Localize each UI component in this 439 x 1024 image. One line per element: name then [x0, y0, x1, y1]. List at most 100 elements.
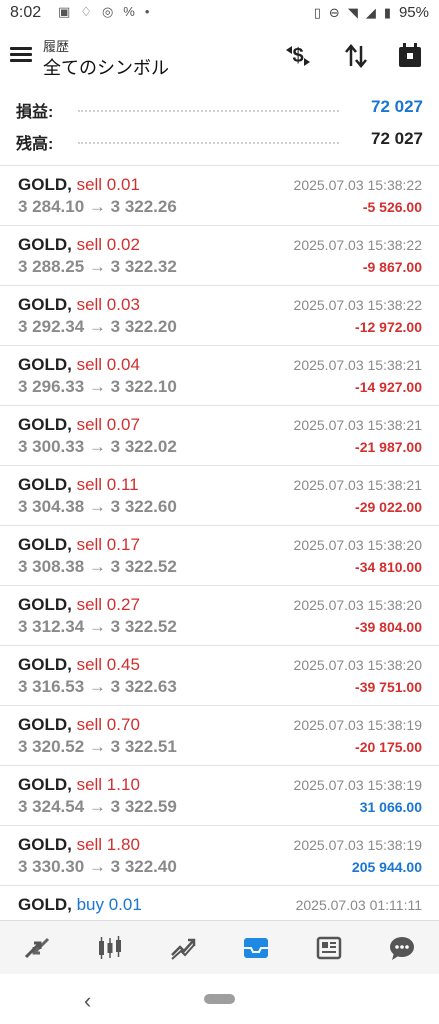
symbol-text: GOLD,	[18, 775, 72, 794]
open-price: 3 284.10	[18, 197, 85, 216]
app-bar: 履歴 全てのシンボル $	[0, 28, 439, 88]
trade-row[interactable]: GOLD, sell 0.70 3 320.52 → 3 322.51 2025…	[0, 706, 439, 766]
trade-profit: -34 810.00	[355, 559, 422, 575]
trade-date: 2025.07.03 15:38:19	[293, 837, 422, 853]
trade-prices: 3 324.54 → 3 322.59	[18, 797, 177, 816]
symbol-text: GOLD,	[18, 295, 72, 314]
home-pill[interactable]	[204, 994, 235, 1004]
balance-row: 残高: 72 027	[0, 124, 439, 156]
signal-icon: ◢	[365, 4, 376, 20]
nav-chart[interactable]	[73, 921, 146, 975]
open-price: 3 308.38	[18, 557, 85, 576]
close-price: 3 322.52	[110, 617, 177, 636]
deposit-withdraw-button[interactable]: $	[282, 40, 314, 72]
open-price: 3 304.38	[18, 497, 85, 516]
trade-symbol: GOLD, sell 0.01	[18, 175, 140, 195]
chat-icon	[390, 937, 415, 960]
trade-row[interactable]: GOLD, sell 0.45 3 316.53 → 3 322.63 2025…	[0, 646, 439, 706]
trade-row[interactable]: GOLD, sell 0.01 3 284.10 → 3 322.26 2025…	[0, 166, 439, 226]
trade-profit: -5 526.00	[362, 199, 422, 215]
close-price: 3 322.40	[110, 857, 177, 876]
trade-profit: 31 066.00	[359, 799, 422, 815]
profit-label: 損益:	[16, 104, 54, 121]
close-price: 3 322.20	[110, 317, 177, 336]
trade-symbol: GOLD, sell 0.27	[18, 595, 140, 615]
trade-row[interactable]: GOLD, sell 0.04 3 296.33 → 3 322.10 2025…	[0, 346, 439, 406]
symbol-text: GOLD,	[18, 175, 72, 194]
symbol-text: GOLD,	[18, 895, 72, 914]
symbol-text: GOLD,	[18, 715, 72, 734]
close-price: 3 322.02	[110, 437, 177, 456]
trade-row[interactable]: GOLD, sell 0.03 3 292.34 → 3 322.20 2025…	[0, 286, 439, 346]
nav-chat[interactable]	[366, 921, 439, 975]
trade-row[interactable]: GOLD, sell 0.27 3 312.34 → 3 322.52 2025…	[0, 586, 439, 646]
trade-prices: 3 330.30 → 3 322.40	[18, 857, 177, 876]
profit-value: 72 027	[371, 97, 423, 116]
svg-text:$: $	[292, 45, 303, 67]
trade-side: sell 0.17	[76, 535, 140, 554]
close-price: 3 322.10	[110, 377, 177, 396]
profit-row: 損益: 72 027	[0, 92, 439, 124]
symbol-text: GOLD,	[18, 235, 72, 254]
trade-icon	[171, 938, 196, 960]
dollar-exchange-icon: $	[286, 45, 310, 67]
trade-row[interactable]: GOLD, sell 1.10 3 324.54 → 3 322.59 2025…	[0, 766, 439, 826]
trade-row[interactable]: GOLD, sell 0.02 3 288.25 → 3 322.32 2025…	[0, 226, 439, 286]
trade-side: sell 0.70	[76, 715, 140, 734]
close-price: 3 322.26	[110, 197, 177, 216]
trade-prices: 3 284.10 → 3 322.26	[18, 197, 177, 216]
nav-trade[interactable]	[146, 921, 219, 975]
trade-row[interactable]: GOLD, sell 0.11 3 304.38 → 3 322.60 2025…	[0, 466, 439, 526]
trade-date: 2025.07.03 15:38:22	[293, 177, 422, 193]
trade-profit: -39 804.00	[355, 619, 422, 635]
trade-row[interactable]: GOLD, buy 0.01 3 260.18 → 3 259.70 2025.…	[0, 886, 439, 920]
dnd-icon: ⊖	[328, 4, 340, 20]
balance-label: 残高:	[16, 136, 54, 153]
nav-news[interactable]	[293, 921, 366, 975]
trade-profit: 205 944.00	[351, 859, 422, 875]
trade-prices: 3 320.52 → 3 322.51	[18, 737, 177, 756]
calendar-button[interactable]	[394, 40, 426, 72]
calendar-icon	[399, 43, 421, 67]
trade-symbol: GOLD, sell 0.45	[18, 655, 140, 675]
dotted-leader	[78, 142, 339, 144]
bottom-nav	[0, 920, 439, 975]
trade-date: 2025.07.03 15:38:22	[293, 237, 422, 253]
battery-percent: 95%	[398, 4, 429, 21]
trade-row[interactable]: GOLD, sell 0.07 3 300.33 → 3 322.02 2025…	[0, 406, 439, 466]
trade-list[interactable]: GOLD, sell 0.01 3 284.10 → 3 322.26 2025…	[0, 166, 439, 920]
notification-icons: ▣ ♢ ◎ % •	[58, 4, 149, 20]
trade-date: 2025.07.03 15:38:20	[293, 537, 422, 553]
trade-symbol: GOLD, sell 1.80	[18, 835, 140, 855]
close-price: 3 322.51	[110, 737, 177, 756]
trade-row[interactable]: GOLD, sell 0.17 3 308.38 → 3 322.52 2025…	[0, 526, 439, 586]
open-price: 3 320.52	[18, 737, 85, 756]
system-icons: ▯ ⊖ ◥ ◢ ▮ 95%	[314, 4, 429, 21]
vibrate-icon: ▯	[313, 4, 321, 20]
trade-date: 2025.07.03 15:38:20	[293, 597, 422, 613]
nav-quotes[interactable]	[0, 921, 73, 975]
symbol-filter[interactable]: 全てのシンボル	[43, 54, 169, 80]
trade-side: sell 1.10	[76, 775, 140, 794]
open-price: 3 288.25	[18, 257, 85, 276]
percent-icon: %	[123, 4, 135, 19]
menu-icon[interactable]	[10, 44, 32, 66]
trade-prices: 3 296.33 → 3 322.10	[18, 377, 177, 396]
summary-panel: 損益: 72 027 残高: 72 027	[0, 92, 439, 156]
symbol-text: GOLD,	[18, 835, 72, 854]
trade-prices: 3 312.34 → 3 322.52	[18, 617, 177, 636]
sort-button[interactable]	[340, 40, 372, 72]
chart-icon	[98, 936, 121, 959]
trade-prices: 3 300.33 → 3 322.02	[18, 437, 177, 456]
trade-row[interactable]: GOLD, sell 1.80 3 330.30 → 3 322.40 2025…	[0, 826, 439, 886]
trade-side: sell 0.03	[76, 295, 140, 314]
trade-date: 2025.07.03 01:11:11	[295, 897, 422, 913]
trade-profit: -9 867.00	[362, 259, 422, 275]
nav-history[interactable]	[220, 921, 293, 975]
trade-symbol: GOLD, sell 0.02	[18, 235, 140, 255]
back-icon[interactable]: ‹	[84, 988, 91, 1014]
trade-side: sell 1.80	[76, 835, 140, 854]
trade-side: sell 0.11	[76, 475, 139, 494]
trade-symbol: GOLD, sell 0.04	[18, 355, 140, 375]
close-price: 3 322.60	[110, 497, 177, 516]
